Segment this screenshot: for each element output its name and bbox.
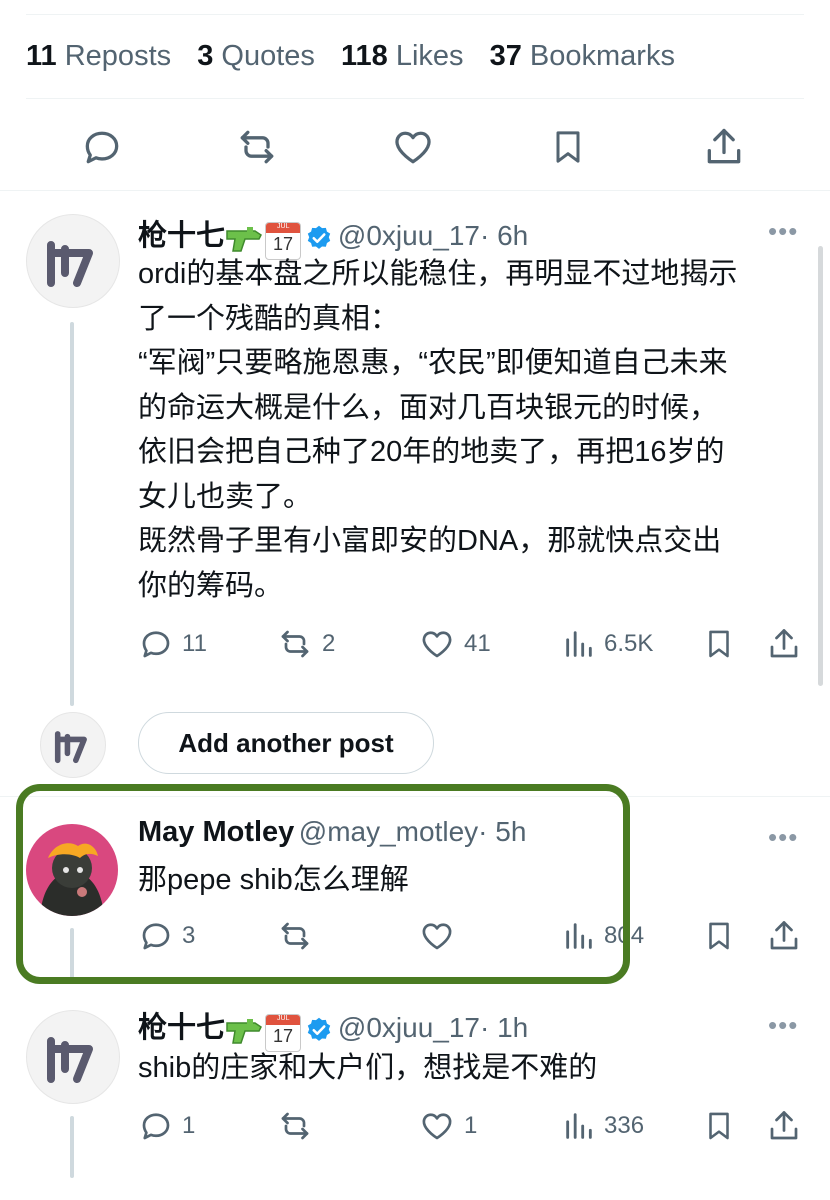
reply-icon (142, 631, 170, 658)
avatar-small[interactable] (40, 712, 106, 778)
reposts-stat[interactable]: 11 Reposts (26, 40, 171, 72)
display-name[interactable]: 枪十七 (138, 1012, 225, 1044)
share-icon[interactable] (702, 125, 746, 169)
text-line: 的命运大概是什么，面对几百块银元的时候， (138, 391, 719, 424)
views-button[interactable]: 6.5K (562, 626, 653, 662)
share-icon (770, 1111, 798, 1140)
share-button[interactable] (766, 1108, 802, 1144)
text-line: 你的筹码。 (138, 569, 284, 602)
avatar[interactable] (26, 214, 120, 308)
text-line: 依旧会把自己种了20年的地卖了，再把16岁的 (138, 436, 725, 468)
like-button[interactable]: 1 (418, 1108, 477, 1144)
reply-icon[interactable] (80, 125, 124, 169)
bookmark-button[interactable] (702, 918, 736, 954)
thread-line (70, 1116, 74, 1178)
text-line: 既然骨子里有小富即安的DNA，那就快点交出 (138, 525, 722, 557)
post-text: shib的庄家和大户们，想找是不难的 (138, 1052, 598, 1084)
views-button[interactable]: 336 (562, 1108, 644, 1144)
timestamp[interactable]: · 1h (480, 1012, 528, 1043)
share-button[interactable] (766, 918, 802, 954)
like-icon (422, 1113, 452, 1140)
actions-divider (0, 190, 830, 191)
bookmark-button[interactable] (702, 1108, 736, 1144)
handle[interactable]: @0xjuu_17 (338, 1012, 480, 1043)
repost-icon[interactable] (234, 125, 280, 169)
stats-divider (26, 98, 804, 99)
handle[interactable]: @0xjuu_17 (338, 220, 480, 251)
bookmarks-stat[interactable]: 37 Bookmarks (490, 40, 675, 72)
bookmark-button[interactable] (702, 626, 736, 662)
highlight-box (16, 784, 630, 984)
views-icon (566, 631, 592, 657)
logo-icon (47, 241, 93, 287)
share-icon (770, 921, 798, 950)
views-count: 336 (604, 1112, 645, 1139)
scrollbar[interactable] (818, 246, 823, 686)
timestamp[interactable]: · 6h (480, 220, 528, 251)
quotes-stat[interactable]: 3 Quotes (197, 40, 315, 72)
post-text: ordi的基本盘之所以能稳住，再明显不过地揭示 了一个残酷的真相： “军阀”只要… (138, 252, 818, 608)
more-icon[interactable]: ••• (768, 1010, 798, 1041)
like-button[interactable]: 41 (418, 626, 491, 662)
like-icon (422, 631, 452, 658)
reply-count: 11 (182, 630, 207, 657)
repost-button[interactable] (276, 1108, 314, 1144)
reply-button[interactable]: 1 (138, 1108, 195, 1144)
bookmark-icon (709, 630, 729, 658)
repost-icon (281, 1112, 309, 1140)
share-icon (770, 629, 798, 658)
bookmark-icon[interactable] (548, 125, 588, 169)
reply-icon (142, 1113, 170, 1140)
add-another-post-button[interactable]: Add another post (138, 712, 434, 774)
text-line: ordi的基本盘之所以能稳住，再明显不过地揭示 (138, 258, 738, 290)
repost-button[interactable]: 2 (276, 626, 335, 662)
avatar[interactable] (26, 1010, 120, 1104)
text-line: 女儿也卖了。 (138, 480, 313, 513)
bookmark-icon (709, 1112, 729, 1140)
logo-icon (47, 1037, 93, 1083)
engagement-stats: 11 Reposts 3 Quotes 118 Likes 37 Bookmar… (26, 40, 693, 73)
like-count: 41 (464, 630, 491, 657)
text-line: “军阀”只要略施恩惠，“农民”即便知道自己未来 (138, 347, 728, 379)
verified-icon (305, 1016, 333, 1049)
likes-stat[interactable]: 118 Likes (341, 40, 464, 72)
repost-icon (281, 630, 309, 658)
reply-button[interactable]: 11 (138, 626, 207, 662)
text-line: 了一个残酷的真相： (138, 302, 400, 335)
logo-icon (54, 731, 87, 764)
more-icon[interactable]: ••• (768, 216, 798, 247)
views-icon (566, 1113, 592, 1139)
thread-line (70, 322, 74, 706)
like-count: 1 (464, 1112, 478, 1139)
more-icon[interactable]: ••• (768, 822, 798, 853)
like-icon[interactable] (390, 125, 436, 169)
reply-count: 1 (182, 1112, 196, 1139)
views-count: 6.5K (604, 630, 654, 657)
repost-count: 2 (322, 630, 336, 657)
bookmark-icon (709, 922, 729, 950)
display-name[interactable]: 枪十七 (138, 220, 225, 252)
top-divider (26, 14, 804, 15)
share-button[interactable] (766, 626, 802, 662)
